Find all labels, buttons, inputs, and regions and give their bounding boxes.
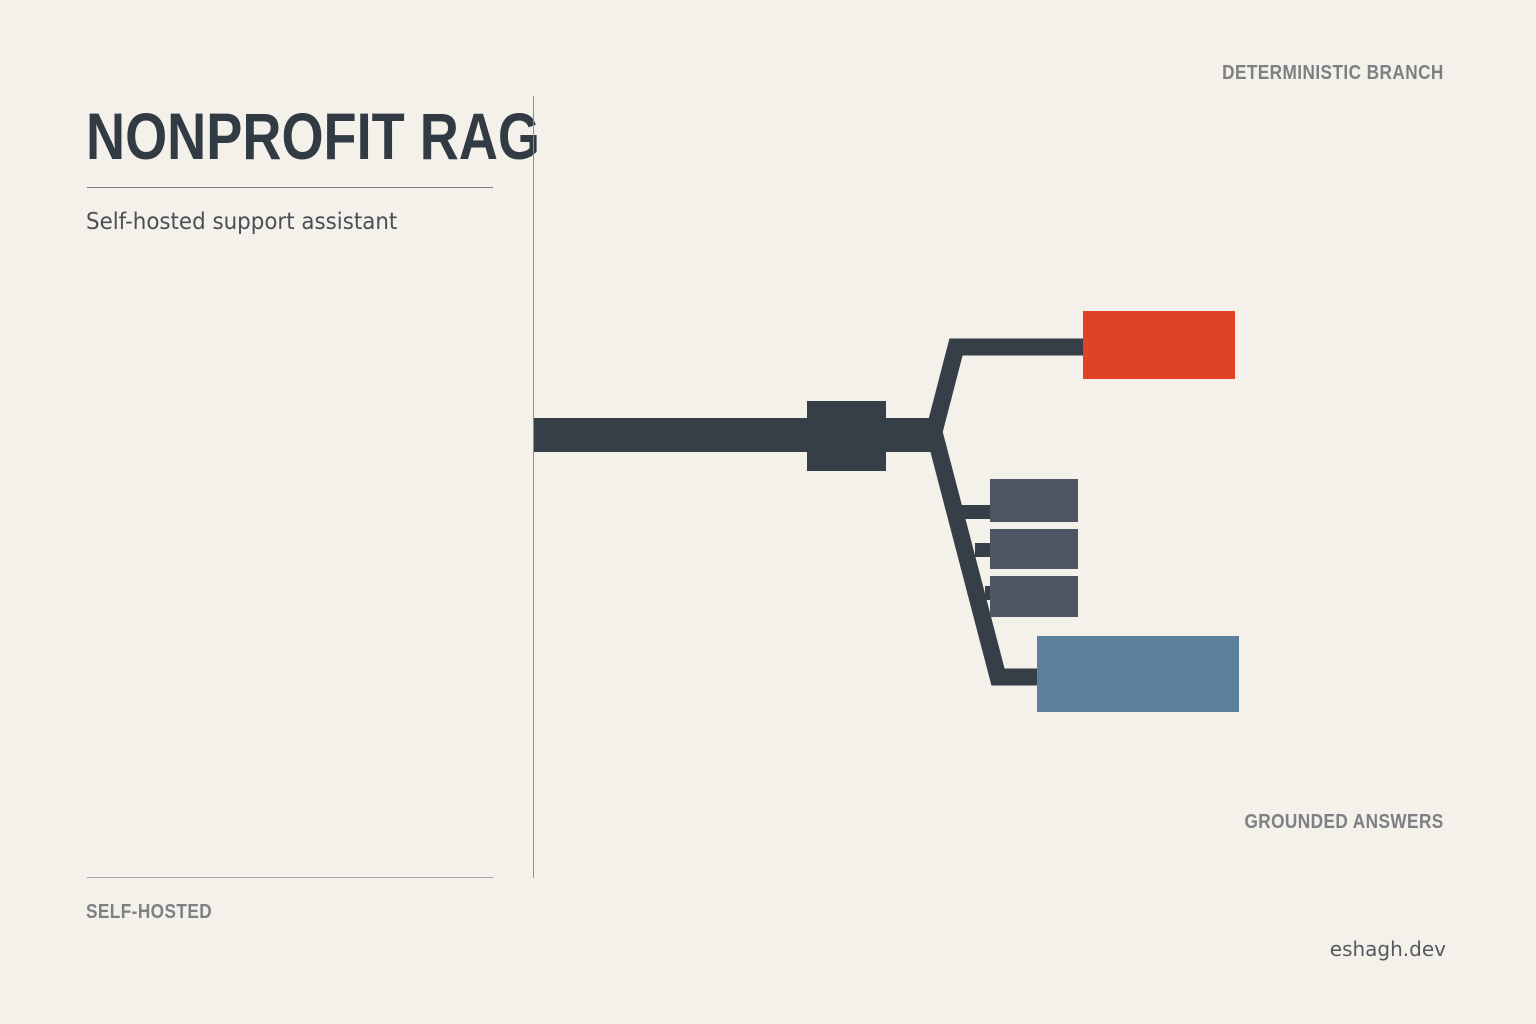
deterministic-branch-line (925, 338, 1090, 435)
deterministic-output-block (1083, 311, 1235, 379)
chunk-connector (962, 505, 994, 519)
retrieved-chunk-block (990, 479, 1078, 522)
grounded-answer-block (1037, 636, 1239, 712)
retrieved-chunk-block (990, 529, 1078, 569)
router-node (807, 401, 886, 471)
branch-diagram (534, 311, 1239, 712)
retrieved-chunk-block (990, 576, 1078, 617)
